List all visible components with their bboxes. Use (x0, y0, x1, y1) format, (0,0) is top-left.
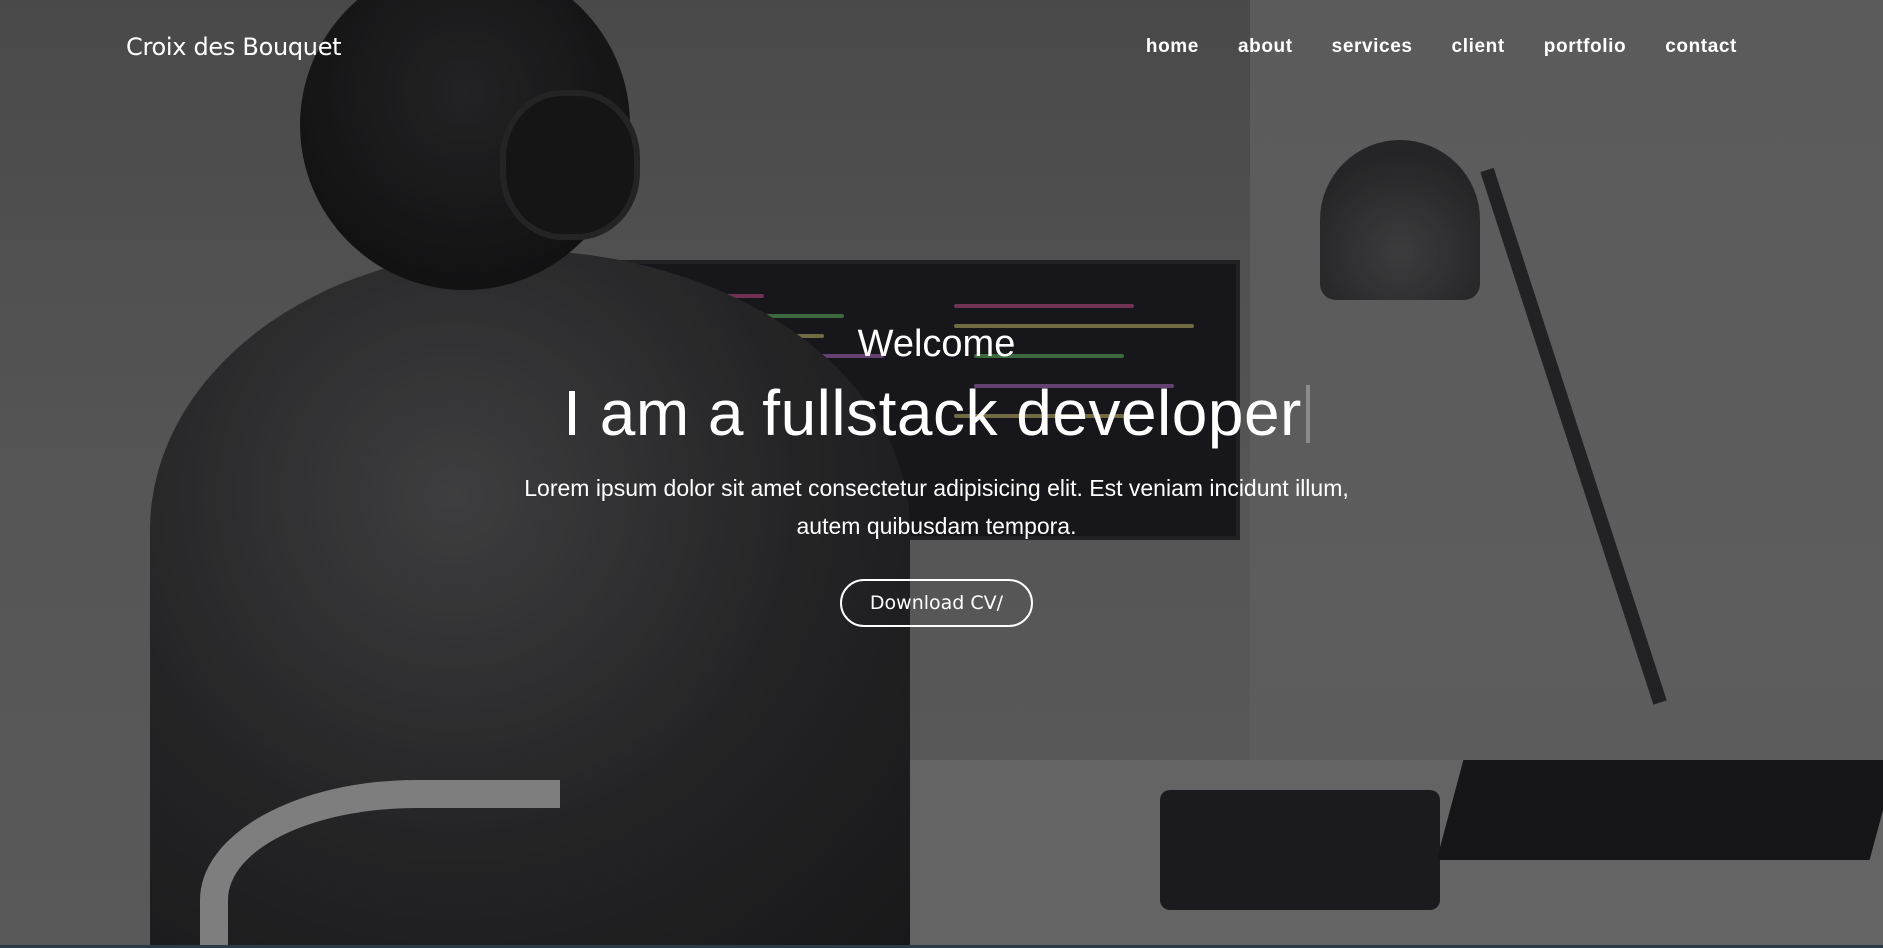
hero-description: Lorem ipsum dolor sit amet consectetur a… (524, 475, 1349, 539)
download-cv-button[interactable]: Download CV/ (839, 579, 1034, 627)
hero-headline: I am a fullstack developer (0, 381, 1873, 445)
hero-headline-text: I am a fullstack developer (563, 377, 1302, 449)
nav-portfolio[interactable]: portfolio (1544, 36, 1626, 58)
hero-welcome: Welcome (857, 323, 1016, 365)
main-nav: home about services client portfolio con… (1146, 36, 1737, 58)
typing-cursor (1305, 385, 1310, 443)
hero-content: Welcome I am a fullstack developer Lorem… (0, 325, 1873, 627)
nav-services[interactable]: services (1332, 36, 1413, 58)
nav-home[interactable]: home (1146, 36, 1199, 58)
nav-client[interactable]: client (1452, 36, 1505, 58)
nav-contact[interactable]: contact (1665, 36, 1737, 58)
brand-logo[interactable]: Croix des Bouquet (126, 33, 342, 61)
nav-about[interactable]: about (1238, 36, 1293, 58)
hero-section: Croix des Bouquet home about services cl… (0, 0, 1883, 945)
